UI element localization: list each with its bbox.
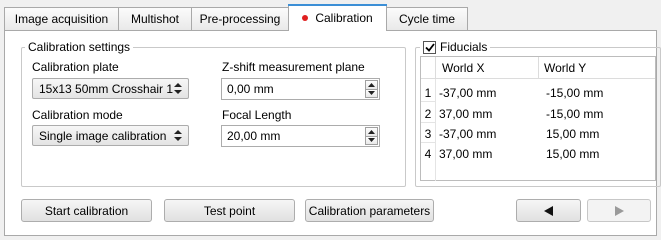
tab-label: Pre-processing <box>199 12 281 26</box>
updown-chevron-icon <box>174 83 182 94</box>
updown-chevron-icon <box>174 130 182 141</box>
calibration-plate-combo[interactable]: 15x13 50mm Crosshair 1 <box>32 78 189 99</box>
calibration-plate-label: Calibration plate <box>32 60 119 74</box>
table-cell-world-y[interactable]: -15,00 mm <box>546 86 603 100</box>
spin-up-button[interactable] <box>365 80 378 90</box>
table-cell-world-y[interactable]: -15,00 mm <box>546 107 603 121</box>
table-cell-world-x[interactable]: -37,00 mm <box>439 86 496 100</box>
calibration-mode-label: Calibration mode <box>32 108 123 122</box>
table-cell-world-x[interactable]: -37,00 mm <box>439 127 496 141</box>
row-divider <box>421 101 435 102</box>
row-divider <box>421 122 435 123</box>
row-header-divider <box>435 79 436 181</box>
zshift-label: Z-shift measurement plane <box>222 60 365 74</box>
row-index: 1 <box>424 86 432 100</box>
zshift-spinbox[interactable]: 0,00 mm <box>221 78 380 100</box>
status-dot-icon <box>302 15 309 21</box>
row-divider <box>421 142 435 143</box>
spin-down-button[interactable] <box>365 136 378 145</box>
previous-button[interactable] <box>516 199 581 222</box>
tab-label: Multishot <box>130 12 180 26</box>
next-button[interactable] <box>587 199 651 222</box>
column-header-world-x[interactable]: World X <box>435 57 539 79</box>
column-header-world-y[interactable]: World Y <box>538 57 655 79</box>
row-index: 3 <box>424 127 432 141</box>
focal-length-label: Focal Length <box>222 108 292 122</box>
spin-up-button[interactable] <box>365 127 378 137</box>
table-corner-header <box>421 57 436 79</box>
focal-length-value: 20,00 mm <box>227 129 281 143</box>
triangle-down-icon <box>368 91 375 96</box>
start-calibration-button[interactable]: Start calibration <box>21 199 152 222</box>
table-cell-world-y[interactable]: 15,00 mm <box>546 127 599 141</box>
calibration-mode-value: Single image calibration <box>39 128 167 143</box>
spin-down-button[interactable] <box>365 89 378 98</box>
row-index: 2 <box>424 107 432 121</box>
fiducials-table[interactable]: World X World Y 1 -37,00 mm -15,00 mm 2 … <box>420 56 656 181</box>
table-cell-world-y[interactable]: 15,00 mm <box>546 147 599 161</box>
tab-label: Calibration <box>315 11 373 25</box>
row-index: 4 <box>424 147 432 161</box>
tab-calibration[interactable]: Calibration <box>288 4 387 31</box>
fiducials-title: Fiducials <box>440 40 488 54</box>
focal-length-spinbox[interactable]: 20,00 mm <box>221 125 380 147</box>
table-cell-world-x[interactable]: 37,00 mm <box>439 147 492 161</box>
calibration-settings-title: Calibration settings <box>25 40 134 54</box>
tab-label: Cycle time <box>398 12 455 26</box>
triangle-down-icon <box>368 138 375 143</box>
fiducials-title-wrap: Fiducials <box>420 40 491 54</box>
tab-pre-processing[interactable]: Pre-processing <box>191 7 289 30</box>
tab-multishot[interactable]: Multishot <box>118 7 192 30</box>
triangle-up-icon <box>368 129 375 134</box>
calibration-parameters-button[interactable]: Calibration parameters <box>305 199 434 222</box>
test-point-button[interactable]: Test point <box>164 199 295 222</box>
table-cell-world-x[interactable]: 37,00 mm <box>439 107 492 121</box>
right-arrow-icon <box>614 205 624 216</box>
tab-label: Image acquisition <box>14 12 109 26</box>
left-arrow-icon <box>544 205 553 216</box>
zshift-value: 0,00 mm <box>227 82 274 96</box>
tab-image-acquisition[interactable]: Image acquisition <box>4 7 119 30</box>
tab-cycle-time[interactable]: Cycle time <box>386 7 468 30</box>
triangle-up-icon <box>368 82 375 87</box>
checkmark-icon <box>424 42 435 52</box>
fiducials-checkbox[interactable] <box>423 40 436 54</box>
calibration-mode-combo[interactable]: Single image calibration <box>32 125 189 146</box>
calibration-plate-value: 15x13 50mm Crosshair 1 <box>39 81 174 96</box>
